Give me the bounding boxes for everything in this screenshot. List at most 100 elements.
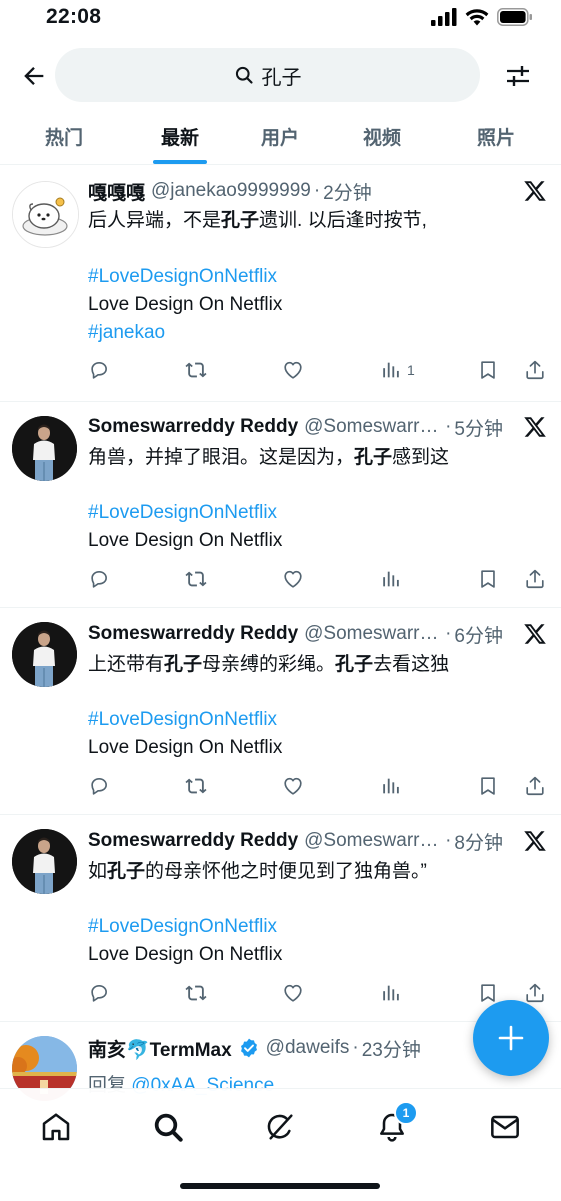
nav-explore[interactable] bbox=[148, 1107, 188, 1147]
user-handle[interactable]: @Someswarreddy bbox=[304, 830, 442, 852]
nav-grok[interactable] bbox=[260, 1107, 300, 1147]
plus-icon bbox=[498, 1025, 524, 1051]
display-name[interactable]: Someswarreddy Reddy bbox=[88, 416, 298, 438]
user-handle[interactable]: @janekao9999999 bbox=[151, 180, 311, 202]
hashtag-link[interactable]: #LoveDesignOnNetflix bbox=[88, 706, 543, 734]
like-button[interactable] bbox=[282, 771, 304, 801]
like-button[interactable] bbox=[282, 355, 304, 385]
tweet[interactable]: Someswarreddy Reddy @Someswarreddy · 8分钟… bbox=[0, 815, 561, 1022]
search-settings-button[interactable] bbox=[500, 58, 536, 94]
tweet-actions bbox=[88, 564, 550, 594]
timestamp[interactable]: 23分钟 bbox=[362, 1035, 421, 1062]
reply-button[interactable] bbox=[88, 355, 110, 385]
display-name[interactable]: 嘎嘎嘎 bbox=[88, 178, 145, 205]
views-button[interactable] bbox=[380, 978, 402, 1008]
hashtag-link[interactable]: #janekao bbox=[88, 319, 543, 347]
tweet[interactable]: 嘎嘎嘎 @janekao9999999 · 2分钟 后人异端，不是孔子遗训. 以… bbox=[0, 165, 561, 402]
share-button[interactable] bbox=[524, 771, 546, 801]
tweet-header: 嘎嘎嘎 @janekao9999999 · 2分钟 bbox=[88, 178, 503, 204]
search-query: 孔子 bbox=[261, 66, 302, 89]
timestamp[interactable]: 6分钟 bbox=[454, 621, 503, 648]
tab-photos[interactable]: 照片 bbox=[446, 110, 546, 164]
tweet-header: Someswarreddy Reddy @Someswarreddy · 6分钟 bbox=[88, 621, 503, 647]
tab-latest[interactable]: 最新 bbox=[130, 110, 230, 164]
tweet[interactable]: Someswarreddy Reddy @Someswarreddy · 5分钟… bbox=[0, 402, 561, 608]
user-handle[interactable]: @daweifs bbox=[266, 1037, 350, 1059]
views-button[interactable] bbox=[380, 564, 402, 594]
views-button[interactable]: 1 bbox=[380, 355, 415, 385]
share-button[interactable] bbox=[524, 564, 546, 594]
avatar[interactable] bbox=[12, 622, 77, 687]
mail-icon bbox=[491, 1115, 519, 1139]
nav-messages[interactable] bbox=[485, 1107, 525, 1147]
bookmark-button[interactable] bbox=[477, 564, 499, 594]
tweet-text: 如孔子的母亲怀他之时便见到了独角兽。” bbox=[88, 861, 427, 882]
bookmark-button[interactable] bbox=[477, 355, 499, 385]
bookmark-icon bbox=[481, 984, 495, 1002]
user-handle[interactable]: @Someswarreddy bbox=[304, 623, 442, 645]
tweet-text: Love Design On Netflix bbox=[88, 530, 283, 551]
nav-home[interactable] bbox=[36, 1107, 76, 1147]
separator-dot: · bbox=[445, 416, 452, 437]
status-icons bbox=[431, 8, 533, 26]
timestamp[interactable]: 2分钟 bbox=[323, 178, 372, 205]
avatar[interactable] bbox=[12, 829, 77, 894]
reply-button[interactable] bbox=[88, 564, 110, 594]
repost-button[interactable] bbox=[184, 564, 208, 594]
search-icon bbox=[154, 1113, 183, 1142]
views-button[interactable] bbox=[380, 771, 402, 801]
home-icon bbox=[42, 1113, 70, 1141]
repost-button[interactable] bbox=[184, 978, 208, 1008]
hashtag-link[interactable]: #LoveDesignOnNetflix bbox=[88, 263, 543, 291]
display-name[interactable]: 南亥🐬TermMax bbox=[88, 1035, 232, 1062]
tweet-text: 角兽，并掉了眼泪。这是因为，孔子感到这 bbox=[88, 447, 450, 468]
display-name[interactable]: Someswarreddy Reddy bbox=[88, 623, 298, 645]
search-header: 孔子 bbox=[0, 40, 561, 110]
heart-icon bbox=[284, 777, 302, 795]
timestamp[interactable]: 8分钟 bbox=[454, 828, 503, 855]
heart-icon bbox=[284, 570, 302, 588]
bookmark-button[interactable] bbox=[477, 771, 499, 801]
reply-icon bbox=[91, 778, 107, 795]
nav-notifications[interactable]: 1 bbox=[372, 1101, 418, 1147]
tab-top[interactable]: 热门 bbox=[14, 110, 114, 164]
reply-button[interactable] bbox=[88, 978, 110, 1008]
separator-dot: · bbox=[313, 180, 321, 201]
repost-icon bbox=[185, 778, 207, 794]
tweet-text: 上还带有孔子母亲缚的彩绳。孔子去看这独 bbox=[88, 654, 450, 675]
person-photo-avatar-image bbox=[12, 622, 77, 687]
like-button[interactable] bbox=[282, 978, 304, 1008]
like-button[interactable] bbox=[282, 564, 304, 594]
separator-dot: · bbox=[445, 830, 452, 851]
display-name[interactable]: Someswarreddy Reddy bbox=[88, 830, 298, 852]
user-handle[interactable]: @Someswarreddy bbox=[304, 416, 442, 438]
analytics-icon bbox=[383, 571, 399, 587]
x-logo-icon bbox=[524, 624, 546, 644]
share-button[interactable] bbox=[524, 355, 546, 385]
tweet-actions: 1 bbox=[88, 355, 550, 385]
tweet[interactable]: Someswarreddy Reddy @Someswarreddy · 6分钟… bbox=[0, 608, 561, 815]
search-input[interactable]: 孔子 bbox=[55, 48, 480, 102]
tab-people[interactable]: 用户 bbox=[230, 110, 330, 164]
x-logo-icon bbox=[524, 181, 546, 201]
tab-label: 照片 bbox=[476, 128, 515, 149]
tab-media[interactable]: 视频 bbox=[332, 110, 432, 164]
tab-label: 用户 bbox=[260, 128, 299, 149]
reply-button[interactable] bbox=[88, 771, 110, 801]
heart-icon bbox=[284, 361, 302, 379]
tweet-actions bbox=[88, 978, 550, 1008]
active-tab-indicator bbox=[153, 160, 207, 164]
back-button[interactable] bbox=[16, 58, 52, 94]
avatar[interactable] bbox=[12, 416, 77, 481]
compose-post-button[interactable] bbox=[473, 1000, 549, 1076]
hashtag-link[interactable]: #LoveDesignOnNetflix bbox=[88, 913, 543, 941]
repost-button[interactable] bbox=[184, 355, 208, 385]
analytics-icon bbox=[383, 778, 399, 794]
tweet-header: Someswarreddy Reddy @Someswarreddy · 8分钟 bbox=[88, 828, 503, 854]
search-tabs: 热门 最新 用户 视频 照片 bbox=[0, 110, 561, 165]
timestamp[interactable]: 5分钟 bbox=[454, 414, 503, 441]
tweet-text: 后人异端，不是孔子遗训. 以后逢时按节, bbox=[88, 210, 427, 231]
repost-button[interactable] bbox=[184, 771, 208, 801]
hashtag-link[interactable]: #LoveDesignOnNetflix bbox=[88, 499, 543, 527]
avatar[interactable] bbox=[12, 181, 79, 248]
